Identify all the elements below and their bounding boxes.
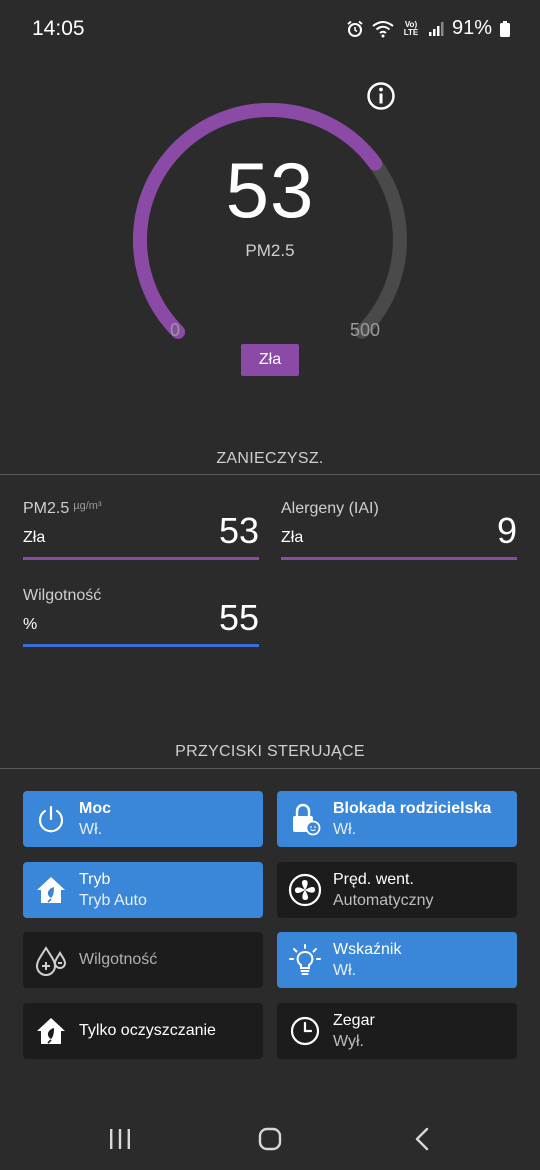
fan-speed-state: Automatyczny [333,891,434,909]
mode-state: Tryb Auto [79,891,147,909]
status-bar: 14:05 Vo) LTE 91% [0,0,540,58]
mode-button[interactable]: Tryb Tryb Auto [23,862,263,918]
metric-allergens-value: 9 [496,510,517,551]
fan-icon [277,862,333,918]
recents-button[interactable] [100,1124,140,1154]
indicator-label: Wskaźnik [333,940,402,958]
pollutants-section-title: ZANIECZYSZ. [216,450,324,467]
gauge-max-label: 500 [350,320,381,340]
purify-only-button[interactable]: Tylko oczyszczanie [23,1003,263,1059]
metric-humidity: Wilgotność % 55 [23,587,259,647]
timer-button[interactable]: Zegar Wył. [277,1003,517,1059]
metric-pm25-name: PM2.5 [23,500,70,517]
metric-name: PM2.5 µg/m³ [23,500,102,518]
child-lock-state: Wł. [333,820,357,838]
timer-label: Zegar [333,1011,375,1029]
navigation-bar [0,1110,540,1170]
metric-allergens-quality: Zła [281,529,304,546]
humidity-button[interactable]: Wilgotność [23,932,263,988]
gauge-min-label: 0 [170,320,181,340]
signal-icon [428,21,444,36]
battery-icon [500,20,510,37]
status-icons: Vo) LTE 91% [346,17,510,40]
gauge-pollutant-label: PM2.5 [245,241,295,260]
metric-humidity-unit: % [23,616,38,633]
indicator-button[interactable]: Wskaźnik Wł. [277,932,517,988]
power-state: Wł. [79,820,103,838]
indicator-state: Wł. [333,961,357,979]
mode-house-icon [23,862,79,918]
gauge-value: 53 [225,146,315,234]
timer-state: Wył. [333,1032,364,1050]
child-lock-label: Blokada rodzicielska [333,799,492,817]
clock-icon [277,1003,333,1059]
back-button[interactable] [402,1124,442,1154]
child-lock-icon [277,791,333,847]
metric-allergens: Alergeny (IAI) Zła 9 [281,500,517,560]
fan-speed-label: Pręd. went. [333,870,414,888]
quality-badge: Zła [241,344,299,376]
back-icon [415,1127,429,1151]
info-icon [367,82,395,110]
metric-pm25-underline [23,557,259,560]
mode-label: Tryb [79,870,111,888]
wifi-icon [372,20,394,37]
alarm-icon [347,20,363,37]
metric-humidity-name: Wilgotność [23,587,102,604]
humidity-drops-icon [23,932,79,988]
fan-speed-button[interactable]: Pręd. went. Automatyczny [277,862,517,918]
controls-divider [0,768,540,769]
metric-humidity-underline [23,644,259,647]
metric-humidity-value: 55 [218,597,259,638]
power-button[interactable]: Moc Wł. [23,791,263,847]
info-button[interactable] [366,81,396,111]
metric-allergens-name: Alergeny (IAI) [281,500,379,517]
metric-pm25: PM2.5 µg/m³ Zła 53 [23,500,259,560]
status-time: 14:05 [32,17,85,40]
home-button[interactable] [250,1124,290,1154]
child-lock-button[interactable]: Blokada rodzicielska Wł. [277,791,517,847]
recents-icon [110,1129,130,1149]
volte-indicator: Vo) LTE [403,19,419,37]
metric-pm25-unit: µg/m³ [73,500,102,512]
home-icon [258,1127,282,1151]
metric-pm25-quality: Zła [23,529,46,546]
light-bulb-icon [277,932,333,988]
controls-section-title: PRZYCISKI STERUJĄCE [175,743,365,760]
power-label: Moc [79,799,111,817]
pollutants-divider [0,474,540,475]
battery-percent: 91% [451,17,492,39]
power-icon [23,791,79,847]
purify-only-label: Tylko oczyszczanie [79,1022,216,1039]
humidity-label: Wilgotność [79,951,158,968]
air-quality-gauge: 53 PM2.5 0 500 Zła [0,55,540,395]
metric-allergens-underline [281,557,517,560]
purify-house-icon [23,1003,79,1059]
metric-pm25-value: 53 [218,510,259,551]
